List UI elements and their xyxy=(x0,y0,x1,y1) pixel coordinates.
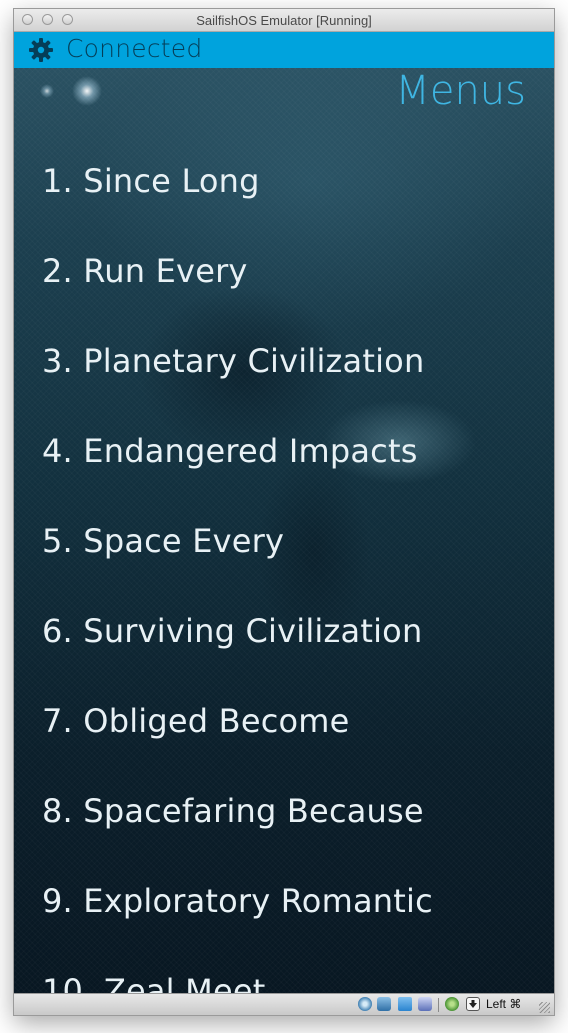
menu-item[interactable]: 2. Run Every xyxy=(42,252,542,342)
menu-item-label: 8. Spacefaring Because xyxy=(42,792,424,830)
network-icon[interactable] xyxy=(377,997,391,1011)
sparkle-decoration xyxy=(72,76,102,106)
menu-item[interactable]: 10. Zeal Meet xyxy=(42,972,542,993)
mouse-integration-icon[interactable] xyxy=(445,997,459,1011)
resize-grip[interactable] xyxy=(539,1002,550,1013)
menu-item[interactable]: 6. Surviving Civilization xyxy=(42,612,542,702)
menu-item[interactable]: 1. Since Long xyxy=(42,162,542,252)
device-screen: Connected Menus 1. Since Long 2. Run Eve… xyxy=(14,32,554,993)
menu-item-label: 9. Exploratory Romantic xyxy=(42,882,433,920)
menu-item[interactable]: 7. Obliged Become xyxy=(42,702,542,792)
emulator-window: SailfishOS Emulator [Running] Connected … xyxy=(14,9,554,1015)
menu-item-label: 3. Planetary Civilization xyxy=(42,342,425,380)
disk-icon[interactable] xyxy=(358,997,372,1011)
window-titlebar[interactable]: SailfishOS Emulator [Running] xyxy=(14,9,554,32)
host-key-label: Left ⌘ xyxy=(486,997,522,1011)
menu-item-label: 10. Zeal Meet xyxy=(42,972,266,993)
menu-item-label: 5. Space Every xyxy=(42,522,285,560)
menu-item[interactable]: 3. Planetary Civilization xyxy=(42,342,542,432)
menu-item[interactable]: 8. Spacefaring Because xyxy=(42,792,542,882)
menu-item[interactable]: 4. Endangered Impacts xyxy=(42,432,542,522)
sparkle-decoration xyxy=(40,84,54,98)
window-title: SailfishOS Emulator [Running] xyxy=(196,13,372,28)
shared-folder-icon[interactable] xyxy=(398,997,412,1011)
divider xyxy=(438,998,439,1012)
usb-icon[interactable] xyxy=(418,997,432,1011)
menu-item-label: 6. Surviving Civilization xyxy=(42,612,423,650)
menu-item-label: 4. Endangered Impacts xyxy=(42,432,418,470)
virtualbox-status-bar: Left ⌘ xyxy=(14,993,554,1015)
menu-item[interactable]: 9. Exploratory Romantic xyxy=(42,882,542,972)
page-header: Menus xyxy=(395,68,526,114)
status-bar: Connected xyxy=(14,32,554,68)
gear-icon xyxy=(29,38,53,62)
menu-item[interactable]: 5. Space Every xyxy=(42,522,542,612)
menu-item-label: 1. Since Long xyxy=(42,162,260,200)
connection-status-text: Connected xyxy=(66,34,203,63)
arrow-down-icon[interactable] xyxy=(466,997,480,1011)
menu-list: 1. Since Long 2. Run Every 3. Planetary … xyxy=(42,162,542,993)
menu-item-label: 7. Obliged Become xyxy=(42,702,350,740)
menu-item-label: 2. Run Every xyxy=(42,252,248,290)
